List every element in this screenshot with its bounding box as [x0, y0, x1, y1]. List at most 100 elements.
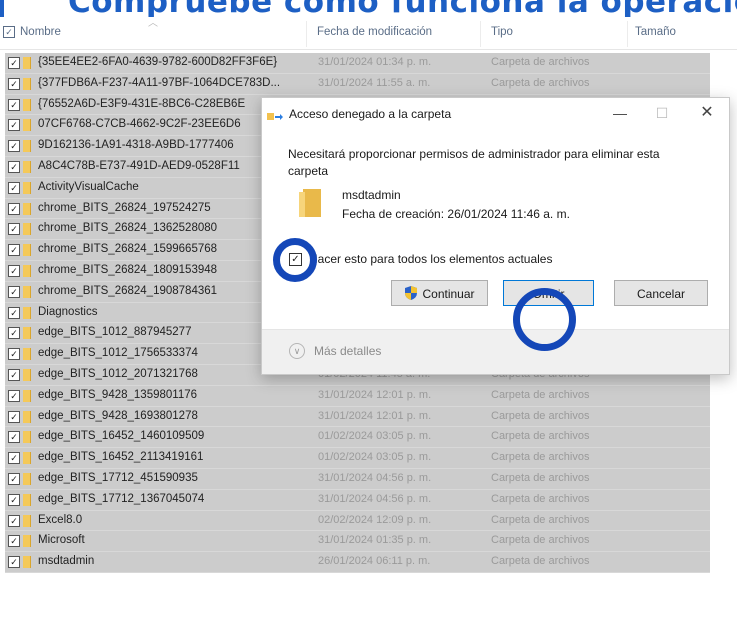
row-checkbox[interactable]: ✓ [8, 119, 20, 132]
column-name[interactable]: Nombre [20, 26, 61, 38]
file-name: {377FDB6A-F237-4A11-97BF-1064DCE783D... [38, 76, 281, 89]
banner-title: Compruebe cómo funciona la operación [68, 0, 737, 17]
continue-button[interactable]: Continuar [391, 280, 488, 306]
table-row[interactable]: ✓ {35EE4EE2-6FA0-4639-9782-600D82FF3F6E} 3… [5, 53, 710, 74]
column-size[interactable]: Tamaño [635, 26, 676, 38]
row-checkbox[interactable]: ✓ [8, 327, 20, 340]
continue-label: Continuar [422, 287, 475, 301]
table-row[interactable]: ✓ msdtadmin 26/01/2024 06:11 p. m. Carpeta … [5, 552, 710, 573]
folder-date: Fecha de creación: 26/01/2024 11:46 a. m… [342, 207, 570, 221]
folder-icon [23, 119, 31, 132]
column-header: ✓ Nombre ︿ Fecha de modificación Tipo Ta… [0, 17, 737, 50]
file-date: 31/01/2024 11:55 a. m. [318, 76, 431, 89]
row-checkbox[interactable]: ✓ [8, 348, 20, 361]
row-checkbox[interactable]: ✓ [8, 140, 20, 153]
minimize-icon[interactable]: — [605, 102, 635, 124]
folder-icon [23, 348, 31, 361]
file-date: 01/02/2024 03:05 p. m. [318, 430, 432, 443]
row-checkbox[interactable]: ✓ [8, 244, 20, 257]
row-checkbox[interactable]: ✓ [8, 306, 20, 319]
row-checkbox[interactable]: ✓ [8, 389, 20, 402]
folder-icon [23, 556, 31, 569]
file-date: 01/02/2024 03:05 p. m. [318, 451, 432, 464]
row-checkbox[interactable]: ✓ [8, 472, 20, 485]
file-date: 02/02/2024 12:09 p. m. [318, 513, 432, 526]
banner-accent [0, 0, 4, 17]
row-checkbox[interactable]: ✓ [8, 556, 20, 569]
file-type: Carpeta de archivos [491, 534, 590, 547]
folder-icon [23, 244, 31, 257]
row-checkbox[interactable]: ✓ [8, 431, 20, 444]
file-name: msdtadmin [38, 555, 95, 568]
file-name: Microsoft [38, 534, 85, 547]
file-name: edge_BITS_9428_1359801176 [38, 388, 198, 401]
maximize-icon[interactable]: ☐ [647, 102, 677, 124]
row-checkbox[interactable]: ✓ [8, 160, 20, 173]
file-type: Carpeta de archivos [491, 56, 590, 68]
folder-icon [23, 431, 31, 444]
file-date: 31/01/2024 04:56 p. m. [318, 492, 432, 505]
folder-icon [23, 327, 31, 340]
chevron-down-icon[interactable]: ∨ [289, 343, 305, 359]
folder-icon [23, 181, 31, 194]
table-row[interactable]: ✓ edge_BITS_16452_1460109509 01/02/2024 03… [5, 427, 710, 449]
row-checkbox[interactable]: ✓ [8, 57, 20, 69]
table-row[interactable]: ✓ {377FDB6A-F237-4A11-97BF-1064DCE783D...… [5, 73, 710, 95]
file-name: edge_BITS_16452_2113419161 [38, 451, 204, 464]
file-type: Carpeta de archivos [491, 451, 590, 464]
folder-icon [23, 493, 31, 506]
row-checkbox[interactable]: ✓ [8, 202, 20, 215]
file-date: 31/01/2024 12:01 p. m. [318, 409, 432, 422]
row-checkbox[interactable]: ✓ [8, 452, 20, 465]
column-date[interactable]: Fecha de modificación [317, 26, 432, 38]
apply-all-label[interactable]: Hacer esto para todos los elementos actu… [309, 252, 552, 266]
cancel-button[interactable]: Cancelar [614, 280, 708, 306]
file-type: Carpeta de archivos [491, 513, 590, 526]
row-checkbox[interactable]: ✓ [8, 223, 20, 236]
file-date: 26/01/2024 06:11 p. m. [318, 555, 431, 568]
column-divider[interactable] [306, 21, 307, 47]
file-name: edge_BITS_17712_1367045074 [38, 492, 205, 505]
highlight-circle-skip [513, 288, 576, 351]
file-type: Carpeta de archivos [491, 430, 590, 443]
row-checkbox[interactable]: ✓ [8, 77, 20, 90]
file-type: Carpeta de archivos [491, 492, 590, 505]
file-date: 31/01/2024 01:34 p. m. [318, 56, 432, 68]
folder-icon [23, 306, 31, 319]
table-row[interactable]: ✓ Microsoft 31/01/2024 01:35 p. m. Carpeta … [5, 531, 710, 553]
file-name: edge_BITS_17712_451590935 [38, 471, 198, 484]
folder-icon [23, 98, 31, 111]
folder-icon [23, 368, 31, 381]
table-row[interactable]: ✓ edge_BITS_16452_2113419161 01/02/2024 03… [5, 448, 710, 469]
row-checkbox[interactable]: ✓ [8, 410, 20, 423]
file-name: edge_BITS_16452_1460109509 [38, 430, 205, 443]
access-denied-dialog: Acceso denegado a la carpeta — ☐ ✕ Neces… [261, 97, 730, 375]
row-checkbox[interactable]: ✓ [8, 98, 20, 111]
highlight-circle-checkbox [273, 238, 317, 282]
row-checkbox[interactable]: ✓ [8, 368, 20, 381]
table-row[interactable]: ✓ Excel8.0 02/02/2024 12:09 p. m. Carpeta d… [5, 510, 710, 532]
column-type[interactable]: Tipo [491, 26, 513, 38]
row-checkbox[interactable]: ✓ [8, 514, 20, 527]
sort-chevron-icon: ︿ [148, 18, 158, 29]
folder-name: msdtadmin [342, 188, 401, 202]
row-checkbox[interactable]: ✓ [8, 493, 20, 506]
column-divider[interactable] [627, 21, 628, 47]
folder-icon [23, 223, 31, 236]
select-all-checkbox[interactable]: ✓ [3, 26, 15, 38]
table-row[interactable]: ✓ edge_BITS_17712_1367045074 31/01/2024 04… [5, 489, 710, 511]
more-details-link[interactable]: Más detalles [314, 344, 381, 358]
column-divider[interactable] [480, 21, 481, 47]
table-row[interactable]: ✓ edge_BITS_9428_1693801278 31/01/2024 12:… [5, 406, 710, 428]
row-checkbox[interactable]: ✓ [8, 535, 20, 548]
folder-icon [23, 472, 31, 485]
table-row[interactable]: ✓ edge_BITS_9428_1359801176 31/01/2024 12:… [5, 385, 710, 407]
row-checkbox[interactable]: ✓ [8, 285, 20, 298]
dialog-title: Acceso denegado a la carpeta [289, 107, 452, 121]
folder-icon [299, 189, 321, 217]
close-icon[interactable]: ✕ [692, 102, 722, 124]
table-row[interactable]: ✓ edge_BITS_17712_451590935 31/01/2024 04:… [5, 468, 710, 490]
row-checkbox[interactable]: ✓ [8, 181, 20, 194]
row-checkbox[interactable]: ✓ [8, 264, 20, 277]
file-date: 31/01/2024 12:01 p. m. [318, 388, 432, 401]
